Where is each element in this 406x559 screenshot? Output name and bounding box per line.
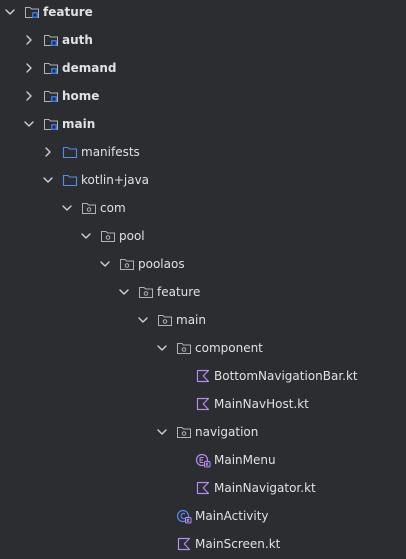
tree-item-label: feature bbox=[43, 5, 93, 19]
tree-item-label: navigation bbox=[195, 425, 259, 439]
tree-item-label: demand bbox=[62, 61, 117, 75]
tree-item-label: home bbox=[62, 89, 100, 103]
tree-item-label: MainActivity bbox=[195, 509, 269, 523]
tree-row[interactable]: main bbox=[0, 112, 406, 136]
module-folder-icon bbox=[43, 32, 59, 48]
tree-row[interactable]: demand bbox=[0, 56, 406, 80]
module-folder-icon bbox=[43, 88, 59, 104]
package-icon bbox=[119, 256, 135, 272]
kotlin-enum-icon bbox=[195, 452, 211, 468]
kotlin-class-icon bbox=[176, 508, 192, 524]
tree-row[interactable]: com bbox=[0, 196, 406, 220]
tree-row[interactable]: MainNavigator.kt bbox=[0, 476, 406, 500]
chevron-down-icon[interactable] bbox=[99, 258, 111, 270]
chevron-down-icon[interactable] bbox=[156, 342, 168, 354]
tree-row[interactable]: main bbox=[0, 308, 406, 332]
chevron-right-icon[interactable] bbox=[42, 146, 54, 158]
tree-item-label: BottomNavigationBar.kt bbox=[214, 369, 358, 383]
tree-row[interactable]: component bbox=[0, 336, 406, 360]
tree-item-label: kotlin+java bbox=[81, 173, 150, 187]
tree-item-label: pool bbox=[119, 229, 145, 243]
kotlin-file-icon bbox=[195, 480, 211, 496]
tree-item-label: main bbox=[62, 117, 96, 131]
package-icon bbox=[138, 284, 154, 300]
tree-row[interactable]: pool bbox=[0, 224, 406, 248]
chevron-down-icon[interactable] bbox=[118, 286, 130, 298]
tree-item-label: auth bbox=[62, 33, 93, 47]
project-tree: feature auth demand home main manifests kotlin… bbox=[0, 0, 406, 559]
chevron-right-icon[interactable] bbox=[23, 62, 35, 74]
chevron-down-icon[interactable] bbox=[4, 6, 16, 18]
tree-row[interactable]: kotlin+java bbox=[0, 168, 406, 192]
chevron-down-icon[interactable] bbox=[80, 230, 92, 242]
tree-row[interactable]: feature bbox=[0, 0, 406, 24]
kotlin-file-icon bbox=[195, 368, 211, 384]
tree-row[interactable]: feature bbox=[0, 280, 406, 304]
tree-item-label: MainNavigator.kt bbox=[214, 481, 316, 495]
package-icon bbox=[176, 340, 192, 356]
source-folder-icon bbox=[62, 172, 78, 188]
chevron-right-icon[interactable] bbox=[23, 90, 35, 102]
tree-row[interactable]: MainScreen.kt bbox=[0, 532, 406, 556]
package-icon bbox=[81, 200, 97, 216]
tree-item-label: main bbox=[176, 313, 206, 327]
package-icon bbox=[100, 228, 116, 244]
tree-item-label: feature bbox=[157, 285, 201, 299]
chevron-down-icon[interactable] bbox=[137, 314, 149, 326]
tree-item-label: manifests bbox=[81, 145, 140, 159]
tree-item-label: component bbox=[195, 341, 263, 355]
source-folder-icon bbox=[62, 144, 78, 160]
module-folder-icon bbox=[43, 60, 59, 76]
tree-row[interactable]: manifests bbox=[0, 140, 406, 164]
tree-row[interactable]: poolaos bbox=[0, 252, 406, 276]
tree-row[interactable]: MainNavHost.kt bbox=[0, 392, 406, 416]
tree-row[interactable]: home bbox=[0, 84, 406, 108]
tree-item-label: MainNavHost.kt bbox=[214, 397, 309, 411]
package-icon bbox=[176, 424, 192, 440]
chevron-down-icon[interactable] bbox=[23, 118, 35, 130]
module-folder-icon bbox=[43, 116, 59, 132]
tree-item-label: MainScreen.kt bbox=[195, 537, 281, 551]
chevron-right-icon[interactable] bbox=[23, 34, 35, 46]
kotlin-file-icon bbox=[195, 396, 211, 412]
tree-item-label: poolaos bbox=[138, 257, 185, 271]
tree-row[interactable]: navigation bbox=[0, 420, 406, 444]
tree-row[interactable]: MainActivity bbox=[0, 504, 406, 528]
package-icon bbox=[157, 312, 173, 328]
tree-row[interactable]: BottomNavigationBar.kt bbox=[0, 364, 406, 388]
tree-row[interactable]: MainMenu bbox=[0, 448, 406, 472]
module-folder-icon bbox=[24, 4, 40, 20]
kotlin-file-icon bbox=[176, 536, 192, 552]
tree-item-label: com bbox=[100, 201, 126, 215]
chevron-down-icon[interactable] bbox=[156, 426, 168, 438]
chevron-down-icon[interactable] bbox=[61, 202, 73, 214]
tree-row[interactable]: auth bbox=[0, 28, 406, 52]
chevron-down-icon[interactable] bbox=[42, 174, 54, 186]
tree-item-label: MainMenu bbox=[214, 453, 276, 467]
